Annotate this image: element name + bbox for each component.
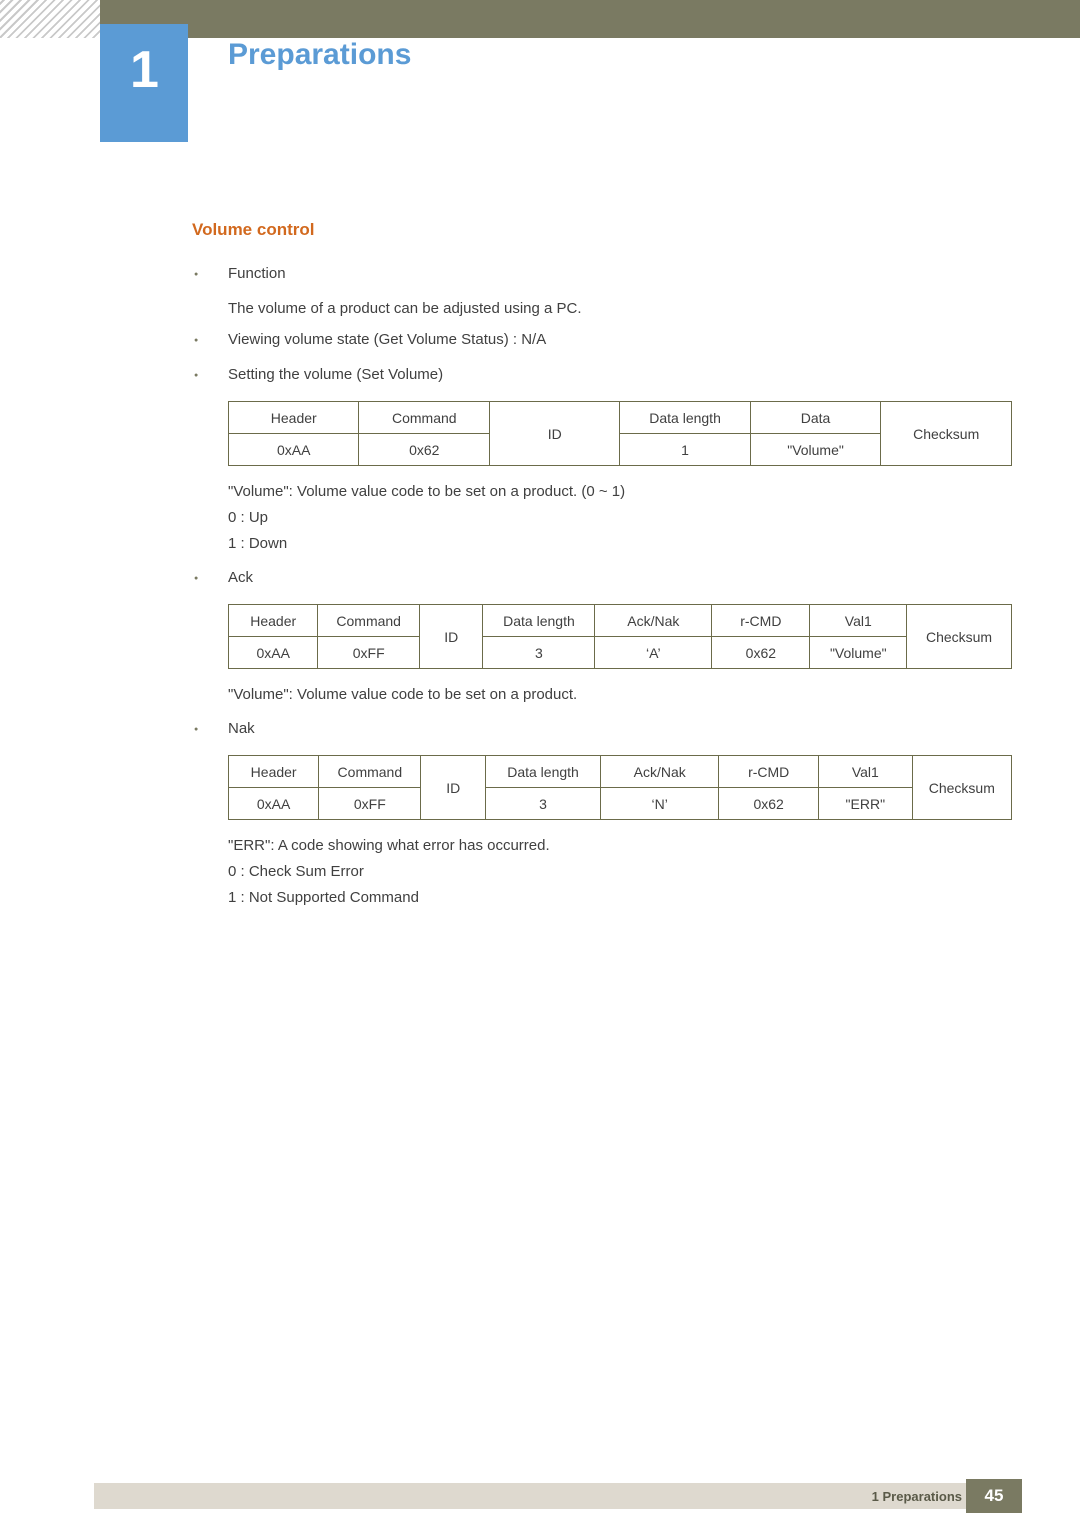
cell-command: Command xyxy=(317,604,420,637)
cell-data: Data xyxy=(749,401,882,434)
cell-header-value: 0xAA xyxy=(227,433,360,466)
cell-data-length: Data length xyxy=(619,401,751,434)
table-row: 0xAA 0xFF 3 ‘A’ 0x62 "Volume" xyxy=(227,636,1012,669)
bullet-icon xyxy=(192,262,228,290)
bullet-icon xyxy=(192,717,228,745)
section-title: Volume control xyxy=(192,220,315,239)
bullet-icon xyxy=(192,566,228,594)
cell-data-length-value: 1 xyxy=(619,433,751,466)
table-set-volume: Header Command ID Data length Data Check… xyxy=(227,401,1012,466)
function-label: Function xyxy=(228,265,286,282)
viewing-state-label: Viewing volume state (Get Volume Status)… xyxy=(228,331,547,348)
cell-header-value: 0xAA xyxy=(227,787,320,820)
cell-checksum: Checksum xyxy=(911,755,1013,820)
footer-page-number: 45 xyxy=(966,1479,1022,1513)
function-description: The volume of a product can be adjusted … xyxy=(228,300,582,317)
cell-val1-value: "ERR" xyxy=(818,787,913,820)
err-note-1: 1 : Not Supported Command xyxy=(228,889,419,906)
footer-chapter-label: 1 Preparations xyxy=(871,1489,962,1504)
list-item-setting-volume: Setting the volume (Set Volume) xyxy=(192,363,1012,391)
cell-rcmd: r-CMD xyxy=(711,604,811,637)
cell-ack-nak-value: ‘A’ xyxy=(594,636,713,669)
err-note: "ERR": A code showing what error has occ… xyxy=(228,837,550,854)
footer-bar xyxy=(94,1483,988,1509)
cell-checksum: Checksum xyxy=(906,604,1012,669)
list-item-function: Function xyxy=(192,262,1012,290)
cell-ack-nak: Ack/Nak xyxy=(594,604,713,637)
header-hatch-decoration xyxy=(0,0,100,38)
list-item-viewing-state: Viewing volume state (Get Volume Status)… xyxy=(192,328,1012,356)
list-item-ack: Ack xyxy=(192,566,1012,594)
cell-data-length-value: 3 xyxy=(482,636,596,669)
table-row: 0xAA 0xFF 3 ‘N’ 0x62 "ERR" xyxy=(227,787,1012,820)
body-block: Function The volume of a product can be … xyxy=(192,262,1013,912)
cell-rcmd-value: 0x62 xyxy=(718,787,820,820)
cell-id: ID xyxy=(420,755,486,820)
cell-command: Command xyxy=(318,755,422,788)
cell-rcmd-value: 0x62 xyxy=(711,636,811,669)
table-nak: Header Command ID Data length Ack/Nak r-… xyxy=(227,755,1013,820)
bullet-icon xyxy=(192,363,228,391)
volume-note-1: "Volume": Volume value code to be set on… xyxy=(228,483,626,500)
nak-label: Nak xyxy=(228,720,255,737)
ack-label: Ack xyxy=(228,569,254,586)
header-bar xyxy=(100,0,1080,38)
chapter-number: 1 xyxy=(130,41,159,99)
page-title: Preparations xyxy=(228,38,412,71)
cell-command-value: 0xFF xyxy=(317,636,420,669)
setting-volume-label: Setting the volume (Set Volume) xyxy=(228,366,444,383)
cell-header: Header xyxy=(227,755,320,788)
cell-command-value: 0xFF xyxy=(318,787,422,820)
table-ack: Header Command ID Data length Ack/Nak r-… xyxy=(227,604,1012,669)
cell-rcmd: r-CMD xyxy=(718,755,820,788)
cell-data-value: "Volume" xyxy=(749,433,882,466)
table-row: Header Command ID Data length Ack/Nak r-… xyxy=(227,604,1012,669)
cell-val1-value: "Volume" xyxy=(809,636,908,669)
cell-val1: Val1 xyxy=(818,755,913,788)
cell-header-value: 0xAA xyxy=(227,636,319,669)
cell-command: Command xyxy=(358,401,491,434)
table-row: Header Command ID Data length Ack/Nak r-… xyxy=(227,755,1013,820)
cell-header: Header xyxy=(227,604,319,637)
cell-val1: Val1 xyxy=(809,604,908,637)
cell-id: ID xyxy=(489,401,621,466)
table-row: Header Command ID Data length Data Check… xyxy=(227,401,1012,466)
err-note-0: 0 : Check Sum Error xyxy=(228,863,364,880)
cell-data-length: Data length xyxy=(482,604,596,637)
volume-note-2: "Volume": Volume value code to be set on… xyxy=(228,686,578,703)
cell-checksum: Checksum xyxy=(880,401,1012,466)
cell-ack-nak-value: ‘N’ xyxy=(600,787,720,820)
page-footer: 1 Preparations 45 xyxy=(0,1469,1080,1527)
volume-up-note: 0 : Up xyxy=(228,509,269,526)
bullet-icon xyxy=(192,328,228,356)
cell-data-length: Data length xyxy=(484,755,602,788)
cell-header: Header xyxy=(227,401,360,434)
cell-command-value: 0x62 xyxy=(358,433,491,466)
cell-id: ID xyxy=(418,604,484,669)
cell-data-length-value: 3 xyxy=(484,787,602,820)
chapter-badge: 1 xyxy=(100,24,188,142)
cell-ack-nak: Ack/Nak xyxy=(600,755,720,788)
volume-down-note: 1 : Down xyxy=(228,535,288,552)
list-item-nak: Nak xyxy=(192,717,1012,745)
